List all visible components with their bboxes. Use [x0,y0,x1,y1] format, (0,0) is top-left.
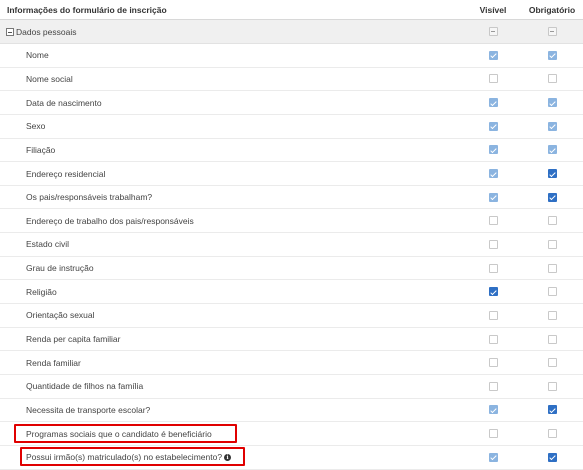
required-checkbox[interactable] [547,50,557,60]
table-header: Informações do formulário de inscrição V… [0,0,583,20]
table-row: Sexo [0,115,583,139]
table-row: Data de nascimento [0,91,583,115]
required-checkbox[interactable] [547,121,557,131]
field-label: Os pais/responsáveis trabalham? [26,192,153,203]
field-label: Necessita de transporte escolar? [26,404,151,415]
required-checkbox[interactable] [547,358,557,368]
required-checkbox[interactable] [547,192,557,202]
table-row: Grau de instrução [0,257,583,281]
header-visible: Visível [479,4,507,15]
field-label: Estado civil [26,239,69,250]
required-checkbox[interactable] [547,263,557,273]
required-checkbox[interactable] [547,216,557,226]
table-row: Renda familiar [0,351,583,375]
field-label: Renda per capita familiar [26,334,121,344]
highlight-box-possui-irmaos [20,447,245,466]
visible-checkbox[interactable] [488,50,498,60]
table-row: Religião [0,280,583,305]
visible-checkbox[interactable] [488,310,498,320]
field-label: Endereço residencial [26,168,106,179]
visible-checkbox[interactable] [488,452,498,462]
required-checkbox[interactable] [547,239,557,249]
required-checkbox[interactable] [547,169,557,179]
visible-checkbox[interactable] [488,74,498,84]
highlight-box-programas-sociais [14,424,237,443]
visible-checkbox[interactable] [488,239,498,249]
visible-checkbox[interactable] [488,169,498,179]
required-checkbox[interactable] [547,145,557,155]
table-row: Nome social [0,68,583,92]
group-label: Dados pessoais [16,26,77,37]
header-required: Obrigatório [528,4,576,15]
field-label: Orientação sexual [26,310,95,321]
table-row: Renda per capita familiar [0,328,583,352]
group-row-dados-pessoais[interactable]: Dados pessoais [0,20,583,44]
table-row: Nome [0,44,583,68]
group-visible-checkbox[interactable] [488,27,498,36]
field-label: Filiação [26,144,56,155]
field-label: Religião [26,286,57,297]
visible-checkbox[interactable] [488,121,498,131]
table-row: Endereço de trabalho dos pais/responsáve… [0,209,583,234]
field-label: Grau de instrução [26,263,94,274]
table-row: Orientação sexual [0,304,583,328]
field-label: Nome social [26,73,73,84]
visible-checkbox[interactable] [488,358,498,368]
required-checkbox[interactable] [547,334,557,344]
group-required-checkbox[interactable] [547,27,557,36]
required-checkbox[interactable] [547,405,557,415]
field-label: Data de nascimento [26,97,102,108]
visible-checkbox[interactable] [488,192,498,202]
field-label: Sexo [26,121,46,132]
visible-checkbox[interactable] [488,381,498,391]
table-row: Quantidade de filhos na família [0,375,583,399]
field-label: Endereço de trabalho dos pais/responsáve… [26,215,194,226]
collapse-icon[interactable] [6,27,14,36]
table-row: Estado civil [0,233,583,257]
table-row: Necessita de transporte escolar? [0,399,583,423]
header-title: Informações do formulário de inscrição [7,4,167,15]
field-label: Nome [26,50,49,61]
visible-checkbox[interactable] [488,429,498,439]
required-checkbox[interactable] [547,98,557,108]
visible-checkbox[interactable] [488,216,498,226]
visible-checkbox[interactable] [488,287,498,297]
visible-checkbox[interactable] [488,145,498,155]
visible-checkbox[interactable] [488,405,498,415]
table-row: Endereço residencial [0,162,583,186]
required-checkbox[interactable] [547,310,557,320]
visible-checkbox[interactable] [488,263,498,273]
required-checkbox[interactable] [547,287,557,297]
table-row: Filiação [0,139,583,163]
form-fields-table: Informações do formulário de inscrição V… [0,0,583,470]
required-checkbox[interactable] [547,452,557,462]
visible-checkbox[interactable] [488,98,498,108]
field-label: Renda familiar [26,357,81,368]
required-checkbox[interactable] [547,381,557,391]
table-row: Os pais/responsáveis trabalham? [0,186,583,210]
field-label: Quantidade de filhos na família [26,381,144,392]
required-checkbox[interactable] [547,74,557,84]
required-checkbox[interactable] [547,429,557,439]
visible-checkbox[interactable] [488,334,498,344]
